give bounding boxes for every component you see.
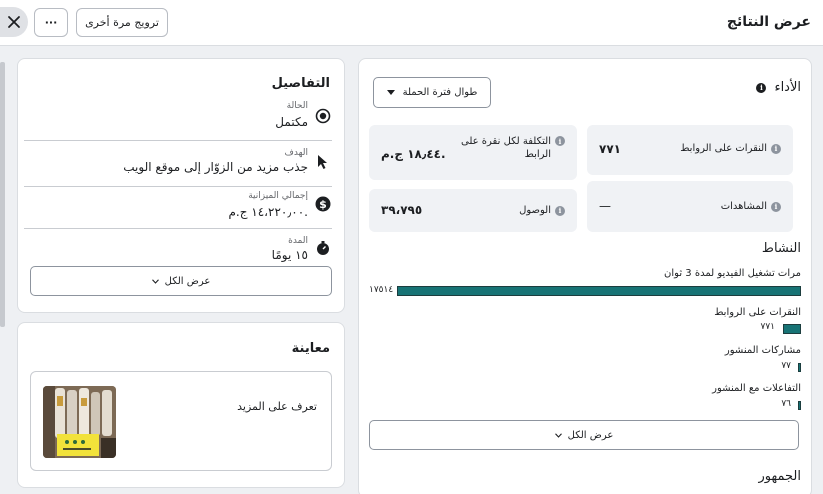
info-icon[interactable]: i [555, 205, 565, 216]
info-icon[interactable]: i [555, 136, 565, 146]
scrollbar[interactable] [0, 62, 5, 327]
metric-label-wrap: المشاهدات i [721, 200, 781, 213]
preview-card: معاينة تعرف على المزيد [17, 322, 345, 488]
dollar-icon: $ [314, 195, 332, 213]
metric-link-clicks: ٧٧١ النقرات على الروابط i [587, 125, 793, 175]
caret-down-icon [386, 90, 395, 95]
ad-preview[interactable]: تعرف على المزيد [30, 371, 332, 471]
detail-value: ١٥ يومًا [271, 248, 308, 262]
detail-label: إجمالي الميزانية [248, 191, 308, 201]
details-title: التفاصيل [271, 76, 330, 91]
detail-row-status: الحالة مكتمل [24, 97, 332, 141]
more-options-button[interactable]: ··· [34, 8, 68, 37]
activity-value: ٧٦ [781, 399, 791, 409]
performance-card: طوال فترة الحملة i الأداء ١٨٫٤٤ ج.م. الت… [358, 58, 812, 494]
view-all-label: عرض الكل [164, 275, 211, 287]
metric-value: — [599, 199, 611, 213]
metric-value: ٧٧١ [599, 142, 621, 156]
metric-label-wrap: التكلفة لكل نقرة على الرابط i [443, 135, 565, 161]
svg-text:$: $ [319, 198, 327, 211]
details-view-all-button[interactable]: عرض الكل [30, 266, 332, 296]
activity-view-all-button[interactable]: عرض الكل [369, 420, 799, 450]
period-dropdown[interactable]: طوال فترة الحملة [373, 77, 491, 108]
detail-label: الهدف [284, 148, 308, 158]
metric-label: التكلفة لكل نقرة على الرابط [461, 136, 551, 160]
learn-more-link[interactable]: تعرف على المزيد [237, 400, 317, 413]
view-all-label: عرض الكل [567, 429, 614, 441]
chevron-down-icon [554, 432, 562, 438]
chevron-down-icon [151, 278, 159, 284]
info-icon[interactable]: i [771, 201, 781, 212]
page-title: عرض النتائج [726, 14, 811, 30]
metric-label: المشاهدات [720, 201, 767, 212]
activity-label: التفاعلات مع المنشور [712, 383, 801, 394]
stopwatch-icon [314, 239, 332, 257]
activity-bar [798, 363, 801, 372]
metric-value: ١٨٫٤٤ ج.م. [381, 147, 446, 161]
period-label: طوال فترة الحملة [402, 87, 478, 98]
boost-again-label: ترويج مرة أخرى [85, 16, 159, 29]
activity-title: النشاط [761, 241, 801, 256]
detail-label: المدة [288, 236, 308, 246]
activity-label: مرات تشغيل الفيديو لمدة 3 ثوان [664, 268, 801, 279]
status-icon [314, 107, 332, 125]
info-icon[interactable]: i [771, 143, 781, 154]
close-icon [8, 16, 20, 28]
detail-row-objective: الهدف جذب مزيد من الزوّار إلى موقع الويب [24, 143, 332, 187]
detail-label: الحالة [286, 101, 308, 111]
performance-title-text: الأداء [774, 80, 801, 95]
activity-bar [783, 324, 801, 334]
metric-label-wrap: الوصول i [519, 204, 565, 217]
metric-label: الوصول [519, 205, 551, 216]
metric-views: — المشاهدات i [587, 181, 793, 232]
activity-value: ١٧٥١٤ [369, 285, 394, 295]
info-icon[interactable]: i [756, 82, 767, 93]
detail-row-budget: $ إجمالي الميزانية ١٤،٢٢٠٫٠٠ ج.م. [24, 185, 332, 229]
metric-value: ٣٩،٧٩٥ [381, 203, 423, 217]
cursor-icon [314, 153, 332, 171]
detail-value: ١٤،٢٢٠٫٠٠ ج.م. [228, 205, 308, 219]
activity-bar [397, 286, 801, 296]
audience-title: الجمهور [758, 469, 801, 484]
metric-reach: ٣٩،٧٩٥ الوصول i [369, 189, 577, 232]
activity-label: مشاركات المنشور [724, 345, 801, 356]
preview-title: معاينة [291, 341, 330, 356]
top-bar: ··· ترويج مرة أخرى عرض النتائج [0, 0, 823, 46]
activity-label: النقرات على الروابط [714, 307, 801, 318]
details-card: التفاصيل الحالة مكتمل الهدف جذب مزيد من … [17, 58, 345, 313]
metric-cpc: ١٨٫٤٤ ج.م. التكلفة لكل نقرة على الرابط i [369, 125, 577, 180]
more-icon: ··· [44, 16, 58, 29]
activity-value: ٧٧١ [760, 322, 775, 332]
metric-label: النقرات على الروابط [680, 143, 767, 154]
detail-value: مكتمل [275, 115, 308, 129]
metric-label-wrap: النقرات على الروابط i [680, 142, 781, 155]
ad-image [43, 386, 116, 458]
boost-again-button[interactable]: ترويج مرة أخرى [76, 8, 168, 37]
activity-value: ٧٧ [781, 361, 791, 371]
activity-bar [798, 401, 801, 410]
performance-title: i الأداء [756, 80, 801, 95]
detail-value: جذب مزيد من الزوّار إلى موقع الويب [123, 160, 308, 174]
close-button[interactable] [0, 7, 28, 37]
